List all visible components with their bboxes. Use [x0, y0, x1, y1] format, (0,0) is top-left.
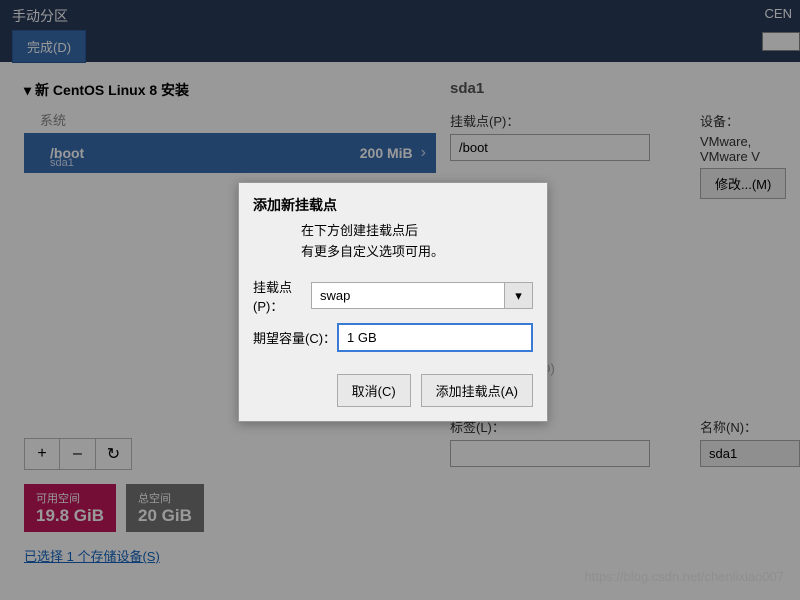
modal-size-input[interactable]	[337, 323, 533, 352]
add-mountpoint-modal: 添加新挂载点 在下方创建挂载点后 有更多自定义选项可用。 挂载点(P)： ▾ 期…	[238, 182, 548, 422]
chevron-down-icon: ▾	[515, 288, 522, 304]
modal-mount-combo[interactable]	[311, 282, 505, 309]
modal-actions: 取消(C) 添加挂载点(A)	[239, 374, 547, 421]
add-mountpoint-button[interactable]: 添加挂载点(A)	[421, 374, 533, 407]
modal-size-label: 期望容量(C)：	[253, 328, 337, 347]
modal-mount-dropdown-button[interactable]: ▾	[505, 282, 533, 309]
modal-form: 挂载点(P)： ▾ 期望容量(C)：	[239, 273, 547, 374]
modal-mount-label: 挂载点(P)：	[253, 277, 311, 315]
modal-title: 添加新挂载点	[239, 183, 547, 221]
modal-description: 在下方创建挂载点后 有更多自定义选项可用。	[239, 221, 547, 273]
cancel-button[interactable]: 取消(C)	[337, 374, 411, 407]
